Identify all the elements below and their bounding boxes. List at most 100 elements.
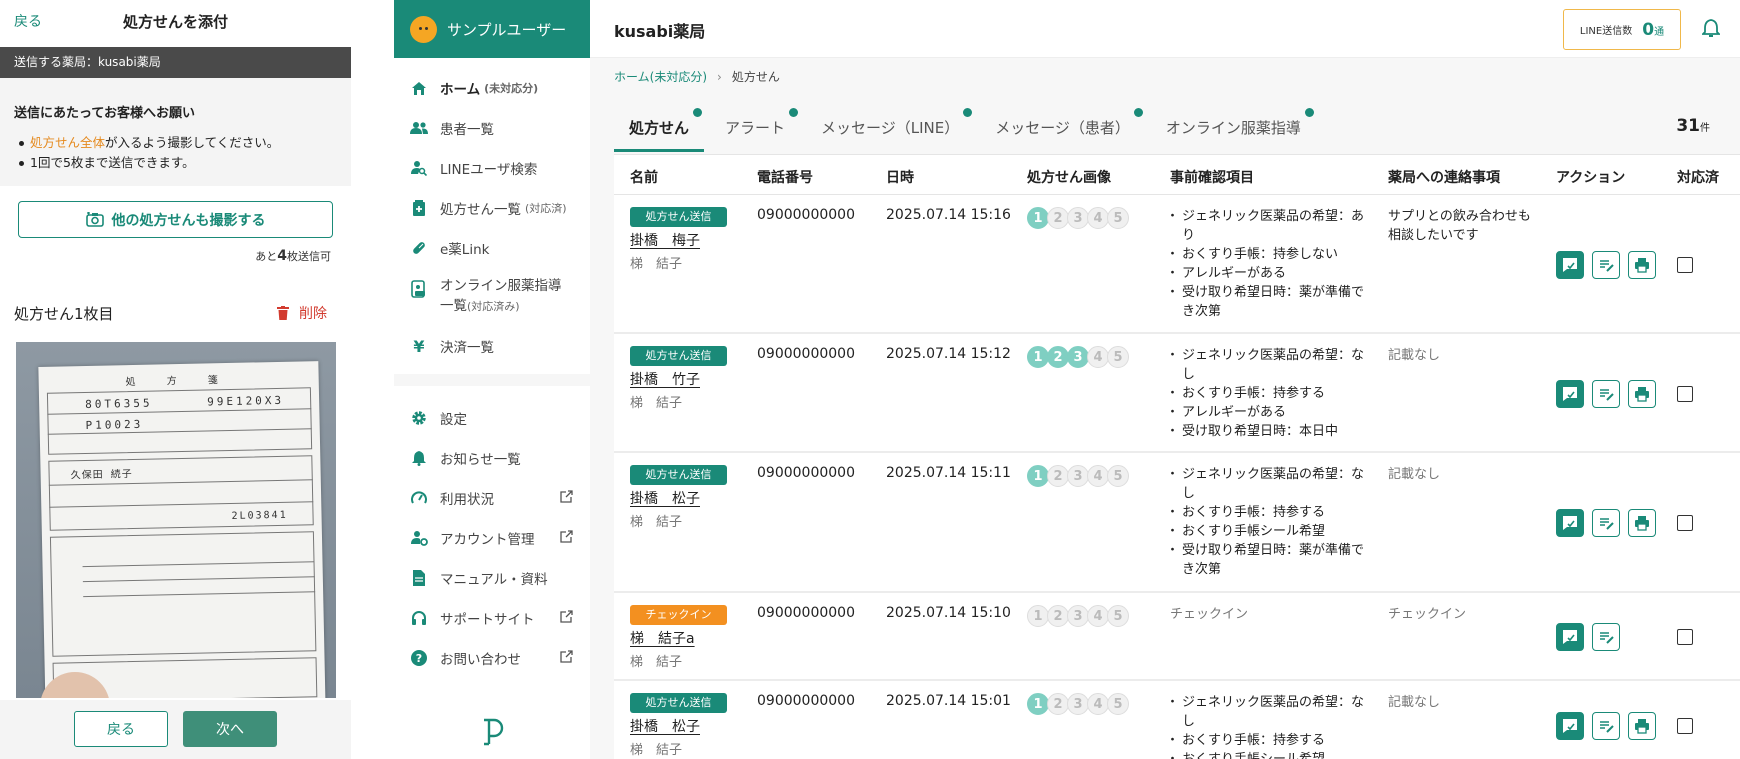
sidebar-item-contact[interactable]: ? お問い合わせ — [394, 638, 590, 678]
avatar-icon — [410, 15, 437, 43]
sidebar-item-line-user-search[interactable]: LINEユーザ検索 — [394, 148, 590, 188]
print-button[interactable] — [1628, 712, 1656, 740]
sidebar-item-online-guidance[interactable]: オンライン服薬指導 一覧(対応済み) — [394, 268, 590, 326]
pre-check-item: 受け取り希望日時：薬が準備でき次第 — [1166, 541, 1370, 579]
image-cell: 12345 — [1027, 207, 1129, 229]
gauge-icon — [410, 489, 428, 507]
footer-back-button[interactable]: 戻る — [74, 711, 168, 747]
take-another-photo-button[interactable]: 他の処方せんも撮影する — [18, 201, 333, 238]
mobile-header: 戻る 処方せんを添付 — [0, 0, 351, 42]
patient-name-link[interactable]: 梯 結子a — [630, 628, 727, 648]
tab-messages-patient[interactable]: メッセージ（患者） — [980, 104, 1145, 152]
reply-button[interactable] — [1556, 380, 1584, 408]
pre-check-item: ジェネリック医薬品の希望：あり — [1166, 207, 1370, 245]
footer-next-button[interactable]: 次へ — [183, 711, 277, 747]
tab-online-guidance[interactable]: オンライン服薬指導 — [1151, 104, 1316, 152]
sidebar-item-settings[interactable]: 設定 — [394, 398, 590, 438]
done-checkbox[interactable] — [1677, 515, 1693, 531]
delete-photo-button[interactable]: 削除 — [277, 303, 327, 323]
sidebar-item-manual[interactable]: マニュアル・資料 — [394, 558, 590, 598]
sidebar-item-patients[interactable]: 患者一覧 — [394, 108, 590, 148]
table-row: 処方せん送信 掛橋 松子梯 結子 09000000000 2025.07.14 15:… — [614, 453, 1740, 593]
phone-cell: 09000000000 — [757, 207, 855, 223]
pharmacy-note: チェックイン — [1388, 607, 1467, 622]
sidebar-item-account[interactable]: アカウント管理 — [394, 518, 590, 558]
column-header: 日時 — [886, 170, 914, 186]
prescription-image-indicator: 5 — [1107, 693, 1129, 715]
breadcrumb-home[interactable]: ホーム(未対応分) — [614, 68, 707, 85]
reply-button[interactable] — [1556, 509, 1584, 537]
edit-note-button[interactable] — [1592, 380, 1620, 408]
print-button[interactable] — [1628, 380, 1656, 408]
user-menu[interactable]: サンプルユーザー — [394, 0, 590, 58]
tab-bar: 処方せん アラート メッセージ（LINE） メッセージ（患者） オンライン服薬指… — [614, 104, 1322, 152]
sidebar-item-label: 患者一覧 — [440, 122, 494, 138]
name-cell: 処方せん送信 掛橋 竹子梯 結子 — [630, 346, 727, 411]
done-cell — [1677, 257, 1693, 273]
sidebar-item-support[interactable]: サポートサイト — [394, 598, 590, 638]
prescription-image-indicator[interactable]: 2 — [1047, 346, 1069, 368]
sidebar-item-home[interactable]: ホーム (未対応分) — [394, 68, 590, 108]
unread-dot — [963, 108, 973, 117]
column-header: 対応済 — [1677, 170, 1719, 186]
sidebar-item-sublabel: (対応済み) — [467, 300, 520, 313]
gear-icon — [410, 409, 428, 427]
reply-button[interactable] — [1556, 251, 1584, 279]
prescription-image-indicator: 4 — [1087, 465, 1109, 487]
sidebar-menu: ホーム (未対応分) 患者一覧 LINEユーザ検索 処方せん一覧 (対応済) e… — [394, 58, 590, 678]
prescription-image-indicator: 4 — [1087, 207, 1109, 229]
reply-button[interactable] — [1556, 623, 1584, 651]
done-checkbox[interactable] — [1677, 718, 1693, 734]
bell-icon — [410, 449, 428, 467]
tab-alerts[interactable]: アラート — [710, 104, 800, 152]
notice-title: 送信にあたってお客様へお願い — [14, 106, 195, 121]
patient-name-link[interactable]: 掛橋 竹子 — [630, 369, 727, 389]
pre-check-list: ジェネリック医薬品の希望：ありおくすり手帳：持参しないアレルギーがある受け取り希… — [1166, 207, 1370, 321]
edit-note-button[interactable] — [1592, 623, 1620, 651]
prescription-image-indicator[interactable]: 1 — [1027, 207, 1049, 229]
sidebar-item-sublabel: (未対応分) — [484, 82, 539, 95]
table-row: 処方せん送信 掛橋 松子梯 結子 09000000000 2025.07.14 15:… — [614, 681, 1740, 759]
prescription-image-indicator[interactable]: 1 — [1027, 693, 1049, 715]
printer-icon — [1634, 386, 1650, 402]
sidebar-item-usage[interactable]: 利用状況 — [394, 478, 590, 518]
edit-note-button[interactable] — [1592, 509, 1620, 537]
tab-messages-line[interactable]: メッセージ（LINE） — [806, 104, 974, 152]
tab-label: 処方せん — [629, 119, 690, 137]
tab-prescriptions[interactable]: 処方せん — [614, 104, 705, 152]
sidebar-item-payments[interactable]: ¥ 決済一覧 — [394, 326, 590, 366]
name-cell: チェックイン梯 結子a 梯 結子 — [630, 605, 727, 670]
column-header: 処方せん画像 — [1027, 170, 1111, 186]
print-button[interactable] — [1628, 251, 1656, 279]
patient-name-link[interactable]: 掛橋 梅子 — [630, 230, 727, 250]
photo-section-title: 処方せん1枚目 — [14, 305, 114, 323]
pre-check-item: おくすり手帳シール希望 — [1166, 522, 1370, 541]
breadcrumb-current: 処方せん — [731, 70, 780, 84]
pre-check-item: ジェネリック医薬品の希望：なし — [1166, 693, 1370, 731]
printer-icon — [1634, 257, 1650, 273]
print-button[interactable] — [1628, 509, 1656, 537]
sidebar-item-e-yaku-link[interactable]: e薬Link — [394, 228, 590, 268]
chat-check-icon — [1562, 629, 1578, 645]
column-header: 薬局への連絡事項 — [1388, 170, 1500, 186]
done-checkbox[interactable] — [1677, 629, 1693, 645]
patient-name-link[interactable]: 掛橋 松子 — [630, 488, 727, 508]
tab-label: アラート — [725, 119, 786, 137]
prescription-image-indicator[interactable]: 1 — [1027, 346, 1049, 368]
phone-cell: 09000000000 — [757, 693, 855, 709]
notification-bell-icon[interactable] — [1702, 18, 1722, 40]
prescription-image-indicator[interactable]: 1 — [1027, 465, 1049, 487]
sidebar-item-prescriptions[interactable]: 処方せん一覧 (対応済) — [394, 188, 590, 228]
edit-note-button[interactable] — [1592, 251, 1620, 279]
people-icon — [410, 119, 428, 137]
done-checkbox[interactable] — [1677, 257, 1693, 273]
pre-check-list: ジェネリック医薬品の希望：なしおくすり手帳：持参するおくすり手帳シール希望受け取… — [1166, 465, 1370, 579]
edit-note-button[interactable] — [1592, 712, 1620, 740]
prescription-image-indicator[interactable]: 3 — [1067, 346, 1089, 368]
sidebar-item-label: LINEユーザ検索 — [440, 162, 538, 178]
patient-name-link[interactable]: 掛橋 松子 — [630, 716, 727, 736]
sidebar-item-notices[interactable]: お知らせ一覧 — [394, 438, 590, 478]
done-checkbox[interactable] — [1677, 386, 1693, 402]
reply-button[interactable] — [1556, 712, 1584, 740]
table-row: 処方せん送信 掛橋 梅子梯 結子 09000000000 2025.07.14 15:… — [614, 195, 1740, 334]
